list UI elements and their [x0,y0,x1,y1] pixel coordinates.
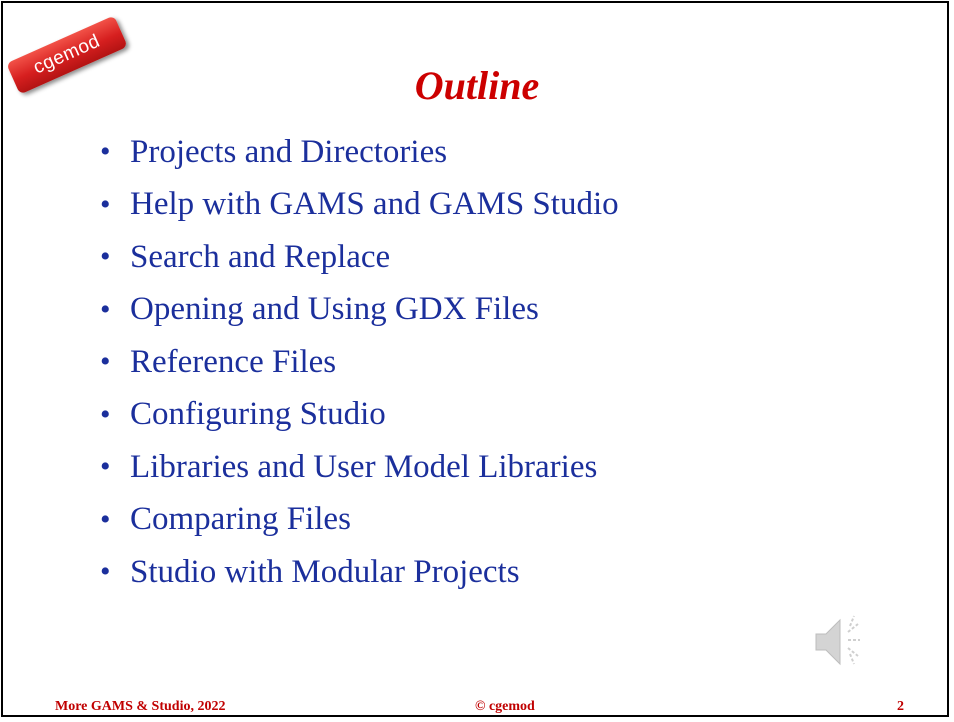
bullet-icon: • [100,135,111,169]
bullet-icon: • [100,502,111,536]
footer-course-label: More GAMS & Studio, 2022 [55,699,226,714]
footer-page-number: 2 [897,699,904,714]
list-item-text: Opening and Using GDX Files [130,291,539,328]
list-item: • Projects and Directories [100,126,619,179]
list-item: • Opening and Using GDX Files [100,284,619,337]
footer-copyright: © cgemod [475,699,535,714]
bullet-icon: • [100,450,111,484]
list-item-text: Configuring Studio [130,396,386,433]
outline-list: • Projects and Directories • Help with G… [100,126,619,599]
speaker-icon[interactable] [812,610,876,674]
slide-title: Outline [414,63,540,108]
list-item: • Libraries and User Model Libraries [100,441,619,494]
list-item-text: Reference Files [130,343,337,380]
list-item: • Studio with Modular Projects [100,546,619,599]
bullet-icon: • [100,292,111,326]
bullet-icon: • [100,187,111,221]
list-item: • Comparing Files [100,494,619,547]
list-item: • Reference Files [100,336,619,389]
list-item-text: Studio with Modular Projects [130,553,520,590]
list-item: • Help with GAMS and GAMS Studio [100,179,619,232]
bullet-icon: • [100,345,111,379]
list-item-text: Libraries and User Model Libraries [130,448,598,485]
list-item-text: Help with GAMS and GAMS Studio [130,186,619,223]
bullet-icon: • [100,397,111,431]
list-item-text: Projects and Directories [130,133,448,170]
list-item: • Configuring Studio [100,389,619,442]
list-item: • Search and Replace [100,231,619,284]
bullet-icon: • [100,240,111,274]
bullet-icon: • [100,555,111,589]
list-item-text: Search and Replace [130,238,391,275]
speaker-icon-graphic [815,615,860,666]
list-item-text: Comparing Files [130,501,351,538]
